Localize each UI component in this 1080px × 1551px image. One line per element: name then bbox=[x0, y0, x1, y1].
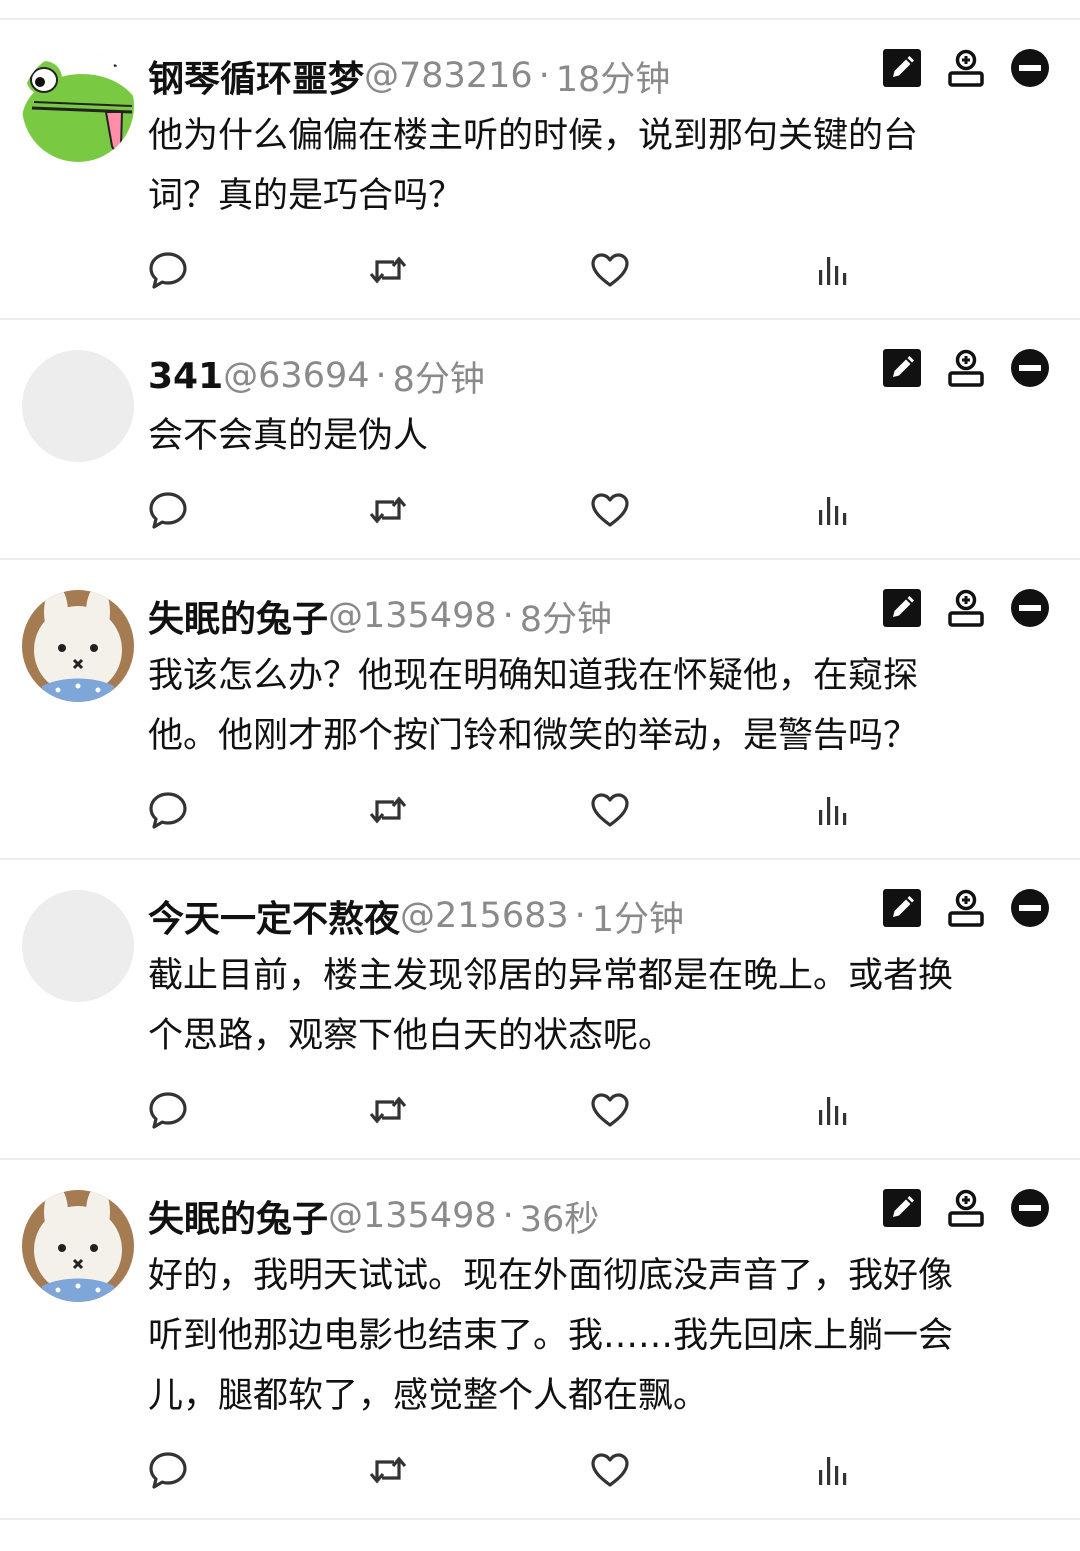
views-icon[interactable] bbox=[812, 1090, 852, 1130]
comment-text: 他为什么偏偏在楼主听的时候，说到那句关键的台 词？真的是巧合吗？ bbox=[148, 116, 919, 216]
comment-item[interactable]: 失眠的兔子 @135498 · 8分钟 我该怎么办？他现在明确知道我在怀疑他，在… bbox=[0, 560, 1080, 860]
block-icon[interactable] bbox=[1010, 348, 1050, 388]
like-icon[interactable] bbox=[590, 490, 630, 530]
username[interactable]: 341 bbox=[148, 356, 223, 397]
retweet-icon[interactable] bbox=[368, 250, 408, 290]
post-time: 8分钟 bbox=[519, 599, 613, 640]
views-icon[interactable] bbox=[812, 490, 852, 530]
comment-stats bbox=[148, 250, 868, 294]
comment-item[interactable]: 钢琴循环噩梦 @783216 · 18分钟 他为什么偏偏在楼主听的时候，说到那句… bbox=[0, 20, 1080, 320]
edit-icon[interactable] bbox=[882, 1188, 922, 1228]
username[interactable]: 今天一定不熬夜 bbox=[148, 890, 400, 942]
block-icon[interactable] bbox=[1010, 48, 1050, 88]
add-user-icon[interactable] bbox=[946, 348, 986, 388]
views-icon[interactable] bbox=[812, 250, 852, 290]
comment-header: 341 @63694 · 8分钟 bbox=[148, 350, 840, 402]
post-time: 8分钟 bbox=[392, 359, 485, 400]
comment-item[interactable]: 今天一定不熬夜 @215683 · 1分钟 截止目前，楼主发现邻居的异常都是在晚… bbox=[0, 860, 1080, 1160]
edit-icon[interactable] bbox=[882, 348, 922, 388]
separator-dot: · bbox=[502, 1196, 514, 1236]
add-user-icon[interactable] bbox=[946, 888, 986, 928]
comment-text: 截止目前，楼主发现邻居的异常都是在晚上。或者换 个思路，观察下他白天的状态呢。 bbox=[148, 956, 954, 1056]
retweet-icon[interactable] bbox=[368, 1450, 408, 1490]
edit-icon[interactable] bbox=[882, 48, 922, 88]
comment-item[interactable]: 失眠的兔子 @135498 · 36秒 好的，我明天试试。现在外面彻底没声音了，… bbox=[0, 1160, 1080, 1520]
blank-avatar[interactable] bbox=[22, 350, 134, 462]
views-icon[interactable] bbox=[812, 790, 852, 830]
separator-dot: · bbox=[502, 596, 514, 636]
add-user-icon[interactable] bbox=[946, 1188, 986, 1228]
comment-text: 好的，我明天试试。现在外面彻底没声音了，我好像 听到他那边电影也结束了。我……我… bbox=[148, 1256, 954, 1416]
comment-actions bbox=[882, 1188, 1050, 1228]
edit-icon[interactable] bbox=[882, 888, 922, 928]
like-icon[interactable] bbox=[590, 790, 630, 830]
retweet-icon[interactable] bbox=[368, 1090, 408, 1130]
retweet-icon[interactable] bbox=[368, 790, 408, 830]
reply-icon[interactable] bbox=[148, 790, 188, 830]
comment-stats bbox=[148, 790, 868, 834]
comment-feed: 钢琴循环噩梦 @783216 · 18分钟 他为什么偏偏在楼主听的时候，说到那句… bbox=[0, 20, 1080, 1520]
reply-icon[interactable] bbox=[148, 1450, 188, 1490]
add-user-icon[interactable] bbox=[946, 588, 986, 628]
comment-header: 今天一定不熬夜 @215683 · 1分钟 bbox=[148, 890, 840, 942]
comment-actions bbox=[882, 348, 1050, 388]
block-icon[interactable] bbox=[1010, 888, 1050, 928]
comment-actions bbox=[882, 48, 1050, 88]
separator-dot: · bbox=[538, 56, 550, 96]
comment-stats bbox=[148, 1090, 868, 1134]
frog-avatar[interactable] bbox=[22, 50, 134, 162]
blank-avatar[interactable] bbox=[22, 890, 134, 1002]
user-handle: @135498 bbox=[328, 596, 497, 636]
reply-icon[interactable] bbox=[148, 250, 188, 290]
comment-header: 失眠的兔子 @135498 · 8分钟 bbox=[148, 590, 840, 642]
block-icon[interactable] bbox=[1010, 588, 1050, 628]
views-icon[interactable] bbox=[812, 1450, 852, 1490]
comment-header: 钢琴循环噩梦 @783216 · 18分钟 bbox=[148, 50, 840, 102]
reply-icon[interactable] bbox=[148, 490, 188, 530]
comment-actions bbox=[882, 888, 1050, 928]
username[interactable]: 失眠的兔子 bbox=[148, 590, 328, 642]
comment-header: 失眠的兔子 @135498 · 36秒 bbox=[148, 1190, 840, 1242]
like-icon[interactable] bbox=[590, 250, 630, 290]
add-user-icon[interactable] bbox=[946, 48, 986, 88]
user-handle: @215683 bbox=[400, 896, 569, 936]
like-icon[interactable] bbox=[590, 1090, 630, 1130]
top-divider bbox=[0, 0, 1080, 20]
comment-text: 我该怎么办？他现在明确知道我在怀疑他，在窥探 他。他刚才那个按门铃和微笑的举动，… bbox=[148, 656, 919, 756]
bunny-avatar[interactable] bbox=[22, 590, 134, 702]
comment-item[interactable]: 341 @63694 · 8分钟 会不会真的是伪人 bbox=[0, 320, 1080, 560]
reply-icon[interactable] bbox=[148, 1090, 188, 1130]
username[interactable]: 钢琴循环噩梦 bbox=[148, 50, 364, 102]
block-icon[interactable] bbox=[1010, 1188, 1050, 1228]
post-time: 36秒 bbox=[519, 1199, 600, 1240]
user-handle: @135498 bbox=[328, 1196, 497, 1236]
bunny-avatar[interactable] bbox=[22, 1190, 134, 1302]
retweet-icon[interactable] bbox=[368, 490, 408, 530]
comment-stats bbox=[148, 490, 868, 534]
post-time: 18分钟 bbox=[555, 59, 671, 100]
username[interactable]: 失眠的兔子 bbox=[148, 1190, 328, 1242]
user-handle: @783216 bbox=[364, 56, 533, 96]
edit-icon[interactable] bbox=[882, 588, 922, 628]
separator-dot: · bbox=[375, 356, 387, 396]
comment-text: 会不会真的是伪人 bbox=[148, 416, 429, 456]
comment-stats bbox=[148, 1450, 868, 1494]
post-time: 1分钟 bbox=[591, 899, 685, 940]
user-handle: @63694 bbox=[223, 356, 370, 396]
like-icon[interactable] bbox=[590, 1450, 630, 1490]
separator-dot: · bbox=[574, 896, 586, 936]
comment-actions bbox=[882, 588, 1050, 628]
